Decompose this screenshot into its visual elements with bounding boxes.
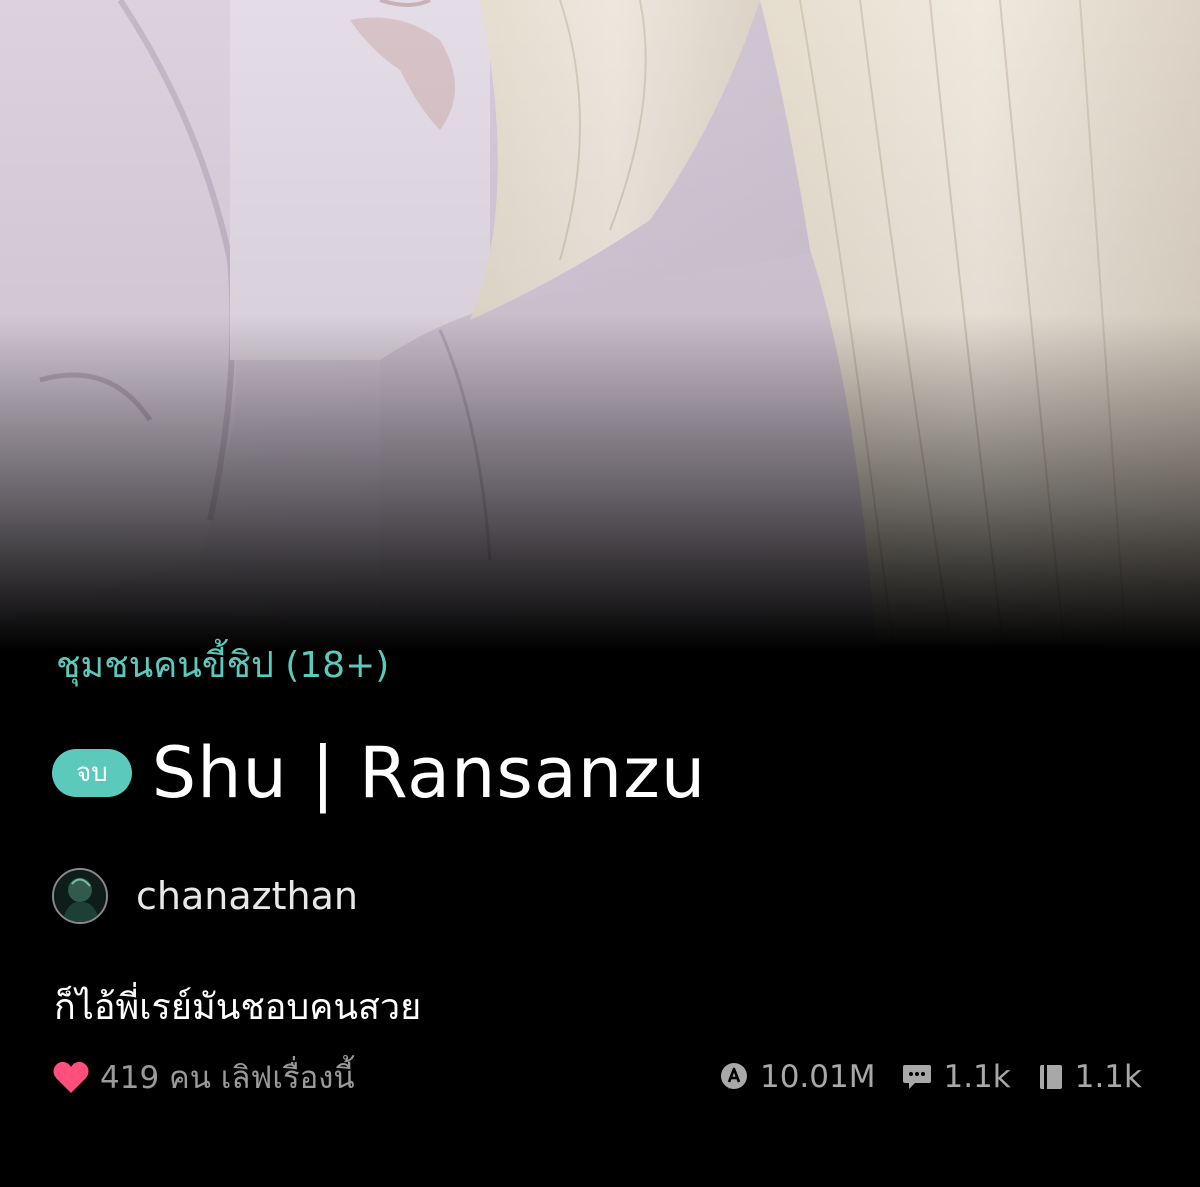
story-header: ชุมชนคนขี้ชิป (18+) จบ Shu | Ransanzu ch…	[0, 0, 1200, 1187]
views-count: 10.01M	[759, 1059, 876, 1095]
views-stat: 10.01M	[718, 1059, 876, 1095]
comment-icon	[901, 1062, 933, 1092]
likes-count[interactable]: 419 คน เลิฟเรื่องนี้	[52, 1052, 355, 1102]
story-title: Shu | Ransanzu	[151, 732, 707, 814]
chapters-count: 1.1k	[1074, 1059, 1142, 1095]
comments-count: 1.1k	[943, 1059, 1011, 1095]
author-link[interactable]: chanazthan	[52, 866, 358, 926]
heart-icon[interactable]	[52, 1060, 90, 1094]
likes-text: 419 คน เลิฟเรื่องนี้	[100, 1060, 355, 1096]
avatar[interactable]	[52, 868, 108, 924]
title-row: จบ Shu | Ransanzu	[52, 728, 706, 818]
comments-stat: 1.1k	[901, 1059, 1011, 1095]
views-icon	[718, 1061, 750, 1093]
book-icon	[1037, 1062, 1065, 1092]
status-badge: จบ	[52, 749, 132, 797]
author-name[interactable]: chanazthan	[136, 874, 358, 918]
chapters-stat: 1.1k	[1037, 1059, 1142, 1095]
story-stats-bar: 419 คน เลิฟเรื่องนี้ 10.01M 1.1k 1.1k	[52, 1053, 1142, 1101]
category-link[interactable]: ชุมชนคนขี้ชิป (18+)	[56, 636, 389, 693]
story-description: ก็ไอ้พี่เรย์มันชอบคนสวย	[54, 987, 422, 1028]
stats: 10.01M 1.1k 1.1k	[692, 1059, 1142, 1095]
